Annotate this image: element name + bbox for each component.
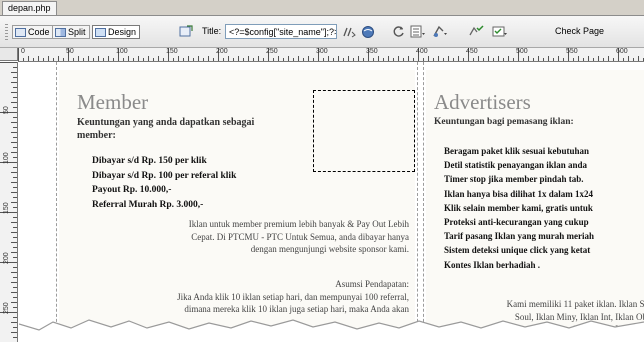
toolbar-grip[interactable] — [5, 24, 8, 40]
ruler-tick-label: 100 — [3, 152, 10, 164]
ruler-tick-label: 50 — [3, 106, 10, 114]
ruler-tick-label: 250 — [266, 48, 278, 55]
ruler-tick-label: 350 — [366, 48, 378, 55]
torn-edge-decoration — [19, 319, 644, 342]
code-view-icon — [15, 27, 26, 37]
ruler-tick-label: 200 — [3, 252, 10, 264]
design-view-button[interactable]: Design — [92, 25, 141, 39]
ruler-tick-label: 600 — [616, 48, 628, 55]
code-view-button[interactable]: Code — [12, 25, 54, 39]
ruler-tick-label: 250 — [3, 302, 10, 314]
ruler-tick-label: 100 — [116, 48, 128, 55]
ruler-tick-label: 150 — [3, 202, 10, 214]
code-view-label: Code — [28, 27, 50, 37]
view-options-icon[interactable] — [410, 24, 426, 39]
check-browser-compatibility-icon[interactable] — [492, 24, 508, 39]
ruler-tick-label: 550 — [566, 48, 578, 55]
split-view-button[interactable]: Split — [52, 25, 90, 39]
document-tab[interactable]: depan.php — [2, 1, 57, 15]
ruler-tick-label: 0 — [21, 48, 25, 55]
check-page-label[interactable]: Check Page — [555, 26, 604, 36]
horizontal-ruler: 0 50 100 150 200 250 300 350 400 450 500… — [18, 48, 644, 62]
ruler-tick-label: 500 — [516, 48, 528, 55]
ruler-tick-label: 200 — [216, 48, 228, 55]
split-view-icon — [55, 27, 66, 37]
ruler-tick-label: 300 — [316, 48, 328, 55]
ruler-tick-label: 450 — [466, 48, 478, 55]
document-tab-label: depan.php — [8, 3, 51, 13]
document-tab-bar: depan.php — [0, 0, 644, 16]
validate-markup-icon[interactable] — [468, 24, 484, 39]
live-view-icon[interactable] — [178, 24, 194, 39]
design-view-icon — [95, 27, 106, 37]
horizontal-ruler-ticks — [18, 48, 644, 61]
ruler-corner — [0, 48, 18, 61]
preview-browser-icon[interactable] — [360, 24, 376, 39]
ruler-tick-label: 50 — [66, 48, 74, 55]
title-label: Title: — [202, 26, 222, 36]
file-management-icon[interactable] — [341, 24, 357, 39]
ruler-tick-label: 400 — [416, 48, 428, 55]
vertical-ruler: 50 100 150 200 250 — [0, 62, 18, 342]
page-title-field[interactable]: <?=$config["site_name"];?> — [225, 24, 337, 39]
split-view-label: Split — [68, 27, 86, 37]
design-view-canvas[interactable]: Member Keuntungan yang anda dapatkan seb… — [19, 62, 644, 342]
design-view-label: Design — [108, 27, 137, 37]
document-toolbar: Code Split Design Title: <?=$config["sit… — [0, 16, 644, 48]
visual-aids-icon[interactable] — [432, 24, 448, 39]
ruler-tick-label: 150 — [166, 48, 178, 55]
refresh-icon[interactable] — [390, 24, 406, 39]
